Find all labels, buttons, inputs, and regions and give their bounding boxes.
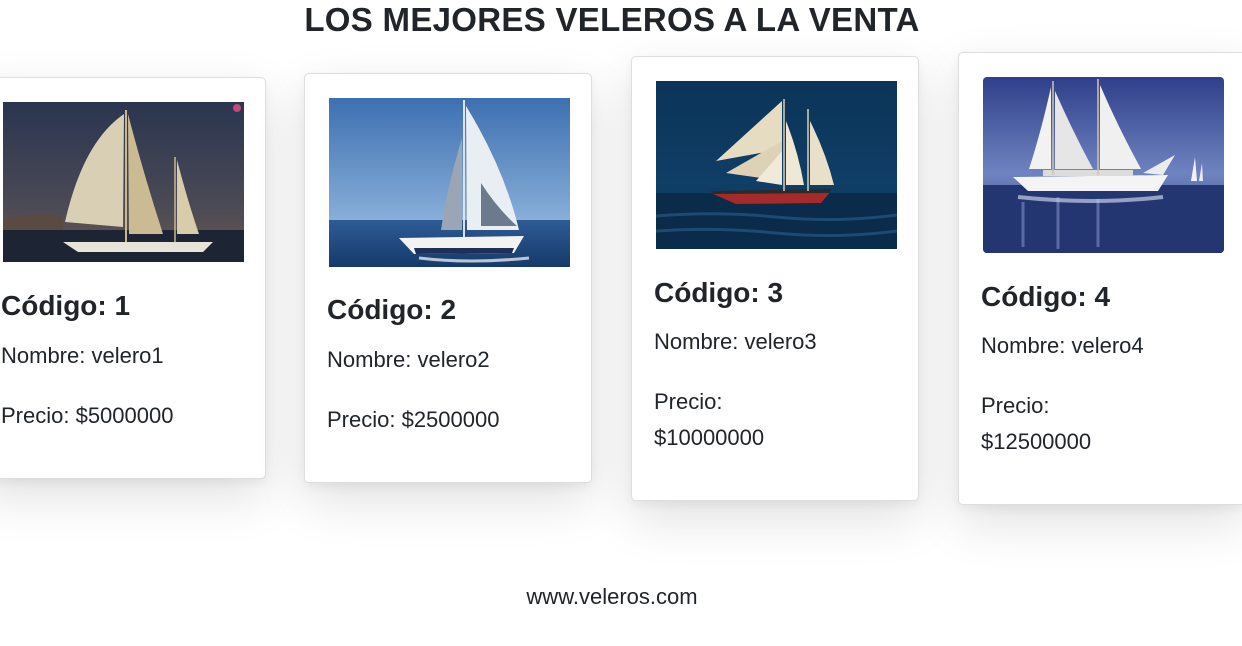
card-codigo-1: Código: 1 [1,290,131,321]
sailboat-photo-sunset [3,102,244,262]
card-nombre-2: Nombre: velero2 [327,347,490,372]
card-codigo-3: Código: 3 [654,277,784,308]
card-codigo-2: Código: 2 [327,294,457,325]
boat-card-1[interactable]: Código: 1 Nombre: velero1 Precio: $50000… [0,77,266,479]
card-nombre-4: Nombre: velero4 [981,333,1144,358]
card-nombre-3: Nombre: velero3 [654,329,817,354]
page: LOS MEJORES VELEROS A LA VENTA Código: 1… [0,0,1242,646]
card-precio-value-4: $12500000 [981,429,1092,454]
sailboat-photo-blue-sea [329,98,570,267]
boat-image-2[interactable] [329,98,570,267]
card-precio-1: Precio: $5000000 [1,403,174,428]
boat-image-3[interactable] [656,81,897,249]
boat-card-4[interactable]: Código: 4 Nombre: velero4 Precio: $12500… [958,52,1242,505]
schooner-photo-white [983,77,1224,253]
boat-card-3[interactable]: Código: 3 Nombre: velero3 Precio: $10000… [631,56,919,501]
schooner-photo-night [656,81,897,249]
card-precio-label-4: Precio: [981,393,1050,418]
card-nombre-1: Nombre: velero1 [1,343,164,368]
boat-card-2[interactable]: Código: 2 Nombre: velero2 Precio: $25000… [304,73,592,483]
boat-image-4[interactable] [983,77,1224,253]
footer-site-link[interactable]: www.veleros.com [0,584,1224,610]
boat-image-1[interactable] [3,102,244,262]
page-title: LOS MEJORES VELEROS A LA VENTA [304,1,920,38]
card-precio-2: Precio: $2500000 [327,407,500,432]
card-codigo-4: Código: 4 [981,281,1111,312]
card-precio-label-3: Precio: [654,389,723,414]
card-precio-value-3: $10000000 [654,425,765,450]
